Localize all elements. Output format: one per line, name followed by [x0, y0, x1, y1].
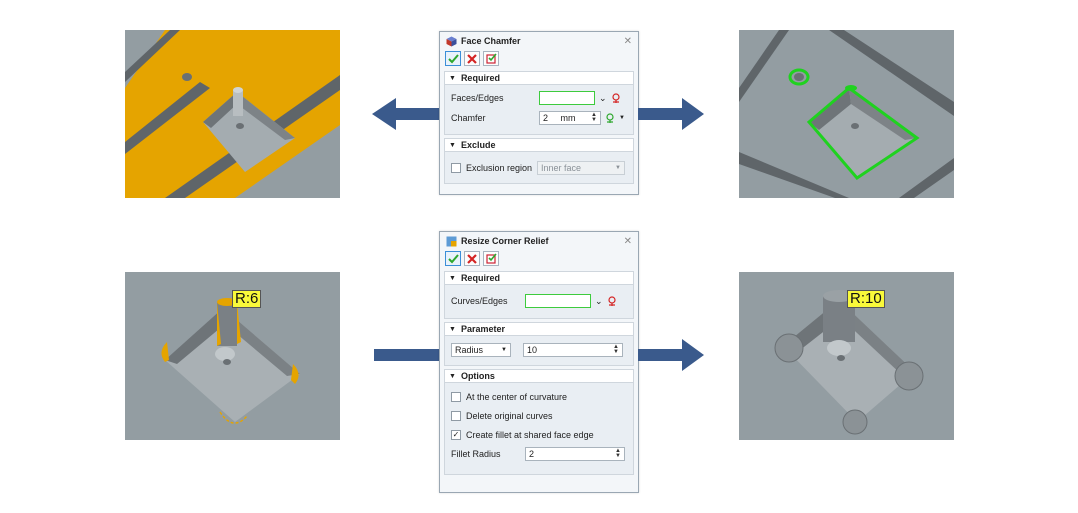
exclusion-option: Inner face — [541, 163, 582, 173]
pick-point-icon[interactable] — [605, 113, 615, 123]
radius-callout-after: R:10 — [847, 290, 885, 308]
dropdown-caret-icon: ▼ — [615, 165, 621, 171]
viewport-chamfer-before[interactable] — [125, 30, 340, 198]
fillet-radius-value: 2 — [529, 449, 535, 459]
exclusion-label: Exclusion region — [466, 163, 533, 173]
cancel-button[interactable] — [464, 51, 480, 66]
section-exclude-header[interactable]: ▼ Exclude — [444, 138, 634, 152]
collapse-triangle-icon: ▼ — [449, 141, 456, 149]
close-icon[interactable]: ✕ — [624, 36, 632, 47]
parameter-row: Radius ▼ 10 ▲ ▼ — [451, 340, 627, 360]
section-title: Parameter — [460, 324, 505, 334]
pick-filter-icon[interactable] — [607, 296, 617, 306]
faces-edges-input[interactable] — [539, 91, 595, 105]
collapse-triangle-icon: ▼ — [449, 325, 456, 333]
checkmark-icon — [447, 53, 459, 63]
section-title: Required — [460, 273, 500, 283]
chamfer-value: 2 — [543, 113, 549, 123]
section-parameter-header[interactable]: ▼ Parameter — [444, 322, 634, 336]
double-chevron-down-icon[interactable]: ⌄ — [595, 296, 603, 307]
face-chamfer-dialog: Face Chamfer ✕ ▼ Required Faces/Edges ⌄ … — [439, 31, 639, 195]
faces-edges-label: Faces/Edges — [451, 93, 504, 103]
curves-edges-input[interactable] — [525, 294, 591, 308]
section-title: Required — [460, 73, 500, 83]
section-title: Exclude — [460, 140, 496, 150]
center-curvature-checkbox[interactable] — [451, 391, 461, 402]
exclusion-select[interactable]: Inner face ▼ — [537, 161, 625, 175]
create-fillet-checkbox[interactable]: ✓ — [451, 429, 461, 440]
chamfer-cube-icon — [446, 36, 457, 46]
parameter-type-value: Radius — [455, 345, 484, 355]
dialog-title: Resize Corner Relief — [461, 236, 549, 246]
chamfer-row: Chamfer 2 mm ▲ ▼ ▼ — [451, 108, 627, 128]
ok-button[interactable] — [445, 251, 461, 266]
corner-relief-icon — [446, 236, 457, 246]
exclusion-row: Exclusion region Inner face ▼ — [451, 158, 627, 178]
section-required-body: Curves/Edges ⌄ — [444, 285, 634, 319]
arrow-right-top — [638, 98, 704, 130]
double-chevron-down-icon[interactable]: ⌄ — [599, 93, 607, 104]
dialog-title-bar: Face Chamfer ✕ — [440, 32, 638, 50]
center-curvature-row: At the center of curvature — [451, 387, 627, 406]
ok-button[interactable] — [445, 51, 461, 66]
dialog-title: Face Chamfer — [461, 36, 521, 46]
section-required-header[interactable]: ▼ Required — [444, 71, 634, 85]
section-parameter-body: Radius ▼ 10 ▲ ▼ — [444, 336, 634, 366]
section-options-header[interactable]: ▼ Options — [444, 369, 634, 383]
create-fillet-label: Create fillet at shared face edge — [466, 429, 594, 440]
connector-bar-bottom — [374, 349, 440, 361]
section-exclude-body: Exclusion region Inner face ▼ — [444, 152, 634, 184]
viewport-chamfer-after[interactable] — [739, 30, 954, 198]
arrow-left-top — [372, 98, 440, 130]
fillet-radius-label: Fillet Radius — [451, 449, 501, 459]
checkmark-icon — [447, 253, 459, 263]
section-options-body: At the center of curvature Delete origin… — [444, 383, 634, 475]
apply-icon — [485, 253, 497, 264]
parameter-value-input[interactable]: 10 ▲ ▼ — [523, 343, 623, 357]
collapse-triangle-icon: ▼ — [449, 372, 456, 380]
parameter-type-select[interactable]: Radius ▼ — [451, 343, 511, 357]
center-curvature-label: At the center of curvature — [466, 391, 568, 402]
delete-curves-checkbox[interactable] — [451, 410, 461, 421]
section-required-header[interactable]: ▼ Required — [444, 271, 634, 285]
chamfer-spinner[interactable]: ▲ ▼ — [591, 112, 597, 123]
dialog-toolbar — [440, 250, 638, 269]
exclusion-checkbox[interactable] — [451, 163, 461, 173]
dialog-title-bar: Resize Corner Relief ✕ — [440, 232, 638, 250]
section-title: Options — [460, 371, 495, 381]
curves-edges-row: Curves/Edges ⌄ — [451, 291, 627, 311]
viewport-relief-before[interactable]: R:6 — [125, 272, 340, 440]
chamfer-unit: mm — [560, 113, 576, 123]
fillet-radius-input[interactable]: 2 ▲ ▼ — [525, 447, 625, 461]
parameter-spinner[interactable]: ▲ ▼ — [613, 344, 619, 355]
apply-button[interactable] — [483, 251, 499, 266]
fillet-radius-row: Fillet Radius 2 ▲ ▼ — [451, 444, 627, 464]
delete-curves-row: Delete original curves — [451, 406, 627, 425]
parameter-value: 10 — [527, 345, 538, 355]
cross-icon — [467, 253, 477, 264]
viewport-relief-after[interactable]: R:10 — [739, 272, 954, 440]
dropdown-caret-icon[interactable]: ▼ — [619, 115, 625, 121]
cancel-button[interactable] — [464, 251, 480, 266]
chamfer-label: Chamfer — [451, 113, 486, 123]
fillet-radius-spinner[interactable]: ▲ ▼ — [615, 448, 621, 459]
apply-button[interactable] — [483, 51, 499, 66]
collapse-triangle-icon: ▼ — [449, 74, 456, 82]
dropdown-caret-icon: ▼ — [501, 347, 507, 353]
arrow-right-bottom — [638, 339, 704, 371]
chamfer-input[interactable]: 2 mm ▲ ▼ — [539, 111, 601, 125]
resize-corner-relief-dialog: Resize Corner Relief ✕ ▼ Required Curves… — [439, 231, 639, 493]
curves-edges-label: Curves/Edges — [451, 296, 508, 306]
radius-callout-before: R:6 — [232, 290, 262, 308]
cross-icon — [467, 53, 477, 64]
pick-filter-icon[interactable] — [611, 93, 621, 103]
section-required-body: Faces/Edges ⌄ Chamfer 2 mm ▲ ▼ ▼ — [444, 85, 634, 135]
apply-icon — [485, 53, 497, 64]
dialog-toolbar — [440, 50, 638, 69]
collapse-triangle-icon: ▼ — [449, 274, 456, 282]
delete-curves-label: Delete original curves — [466, 410, 553, 421]
faces-edges-row: Faces/Edges ⌄ — [451, 88, 627, 108]
close-icon[interactable]: ✕ — [624, 236, 632, 247]
create-fillet-row: ✓ Create fillet at shared face edge — [451, 425, 627, 444]
